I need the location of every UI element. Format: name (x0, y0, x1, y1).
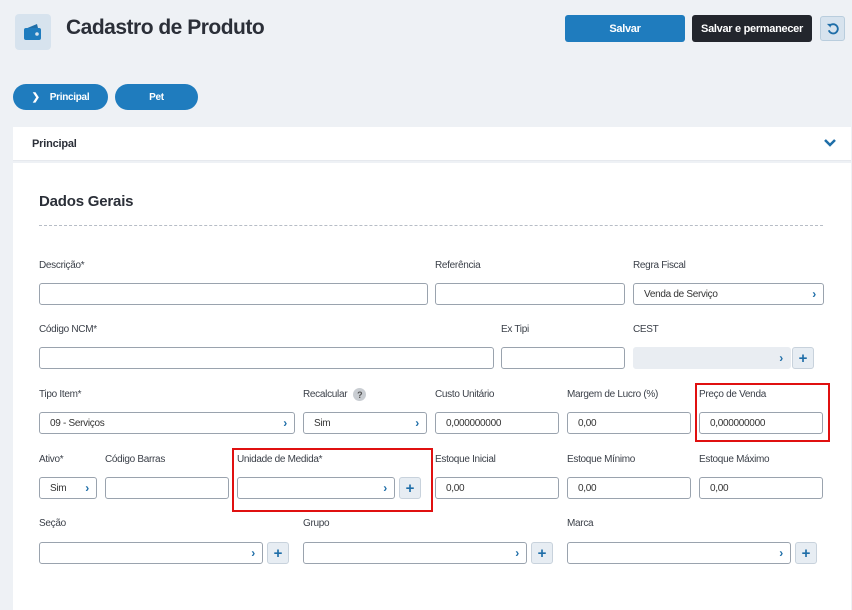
recalcular-value: Sim (314, 417, 331, 429)
cest-select[interactable]: › (633, 347, 791, 369)
form-card: Dados Gerais Descrição* Referência Regra… (13, 163, 851, 610)
regra-fiscal-select[interactable]: Venda de Serviço › (633, 283, 824, 305)
custo-unitario-label: Custo Unitário (435, 389, 495, 400)
help-icon[interactable]: ? (353, 388, 367, 401)
save-button[interactable]: Salvar (565, 15, 685, 42)
referencia-input[interactable] (435, 283, 625, 305)
ativo-value: Sim (50, 482, 67, 494)
ex-tipi-input[interactable] (501, 347, 625, 369)
estoque-maximo-value: 0,00 (710, 482, 729, 494)
codigo-ncm-input[interactable] (39, 347, 494, 369)
section-principal-header[interactable]: Principal (13, 127, 851, 161)
cest-label: CEST (633, 324, 659, 335)
estoque-inicial-value: 0,00 (446, 482, 465, 494)
grupo-label: Grupo (303, 518, 330, 529)
regra-fiscal-value: Venda de Serviço (644, 288, 718, 300)
preco-venda-highlight (695, 383, 830, 442)
chevron-right-icon: › (515, 546, 519, 560)
chevron-down-icon[interactable] (823, 135, 837, 153)
chevron-right-icon: › (283, 416, 287, 430)
tab-principal-label: Principal (49, 91, 90, 103)
tab-pet-label: Pet (149, 91, 164, 103)
custo-unitario-value: 0,000000000 (446, 417, 502, 429)
estoque-minimo-input[interactable]: 0,00 (567, 477, 691, 499)
grupo-select[interactable]: › (303, 542, 527, 564)
descricao-input[interactable] (39, 283, 428, 305)
marca-select[interactable]: › (567, 542, 791, 564)
codigo-barras-label: Código Barras (105, 454, 166, 465)
chevron-right-icon: ❯ (31, 91, 40, 103)
section-principal-label: Principal (32, 138, 77, 150)
margem-lucro-label: Margem de Lucro (%) (567, 389, 658, 400)
referencia-label: Referência (435, 260, 481, 271)
tipo-item-value: 09 - Serviços (50, 417, 105, 429)
marca-label: Marca (567, 518, 594, 529)
chevron-right-icon: › (812, 287, 816, 301)
form-title: Dados Gerais (39, 193, 134, 210)
chevron-right-icon: › (415, 416, 419, 430)
custo-unitario-input[interactable]: 0,000000000 (435, 412, 559, 434)
secao-label: Seção (39, 518, 66, 529)
tab-principal[interactable]: ❯ Principal (13, 84, 108, 110)
add-marca-button[interactable]: + (795, 542, 817, 564)
ativo-label: Ativo* (39, 454, 64, 465)
add-cest-button[interactable]: + (792, 347, 814, 369)
margem-lucro-value: 0,00 (578, 417, 597, 429)
add-grupo-button[interactable]: + (531, 542, 553, 564)
estoque-maximo-input[interactable]: 0,00 (699, 477, 823, 499)
tipo-item-select[interactable]: 09 - Serviços › (39, 412, 295, 434)
chevron-right-icon: › (85, 481, 89, 495)
ativo-select[interactable]: Sim › (39, 477, 97, 499)
regra-fiscal-label: Regra Fiscal (633, 260, 686, 271)
estoque-maximo-label: Estoque Máximo (699, 454, 770, 465)
codigo-ncm-label: Código NCM* (39, 324, 97, 335)
ex-tipi-label: Ex Tipi (501, 324, 529, 335)
undo-icon[interactable] (820, 16, 845, 41)
tipo-item-label: Tipo Item* (39, 389, 82, 400)
save-and-stay-button[interactable]: Salvar e permanecer (692, 15, 812, 42)
estoque-inicial-label: Estoque Inicial (435, 454, 496, 465)
estoque-inicial-input[interactable]: 0,00 (435, 477, 559, 499)
chevron-right-icon: › (779, 351, 783, 365)
add-secao-button[interactable]: + (267, 542, 289, 564)
margem-lucro-input[interactable]: 0,00 (567, 412, 691, 434)
page-title: Cadastro de Produto (66, 16, 265, 39)
estoque-minimo-value: 0,00 (578, 482, 597, 494)
codigo-barras-input[interactable] (105, 477, 229, 499)
tab-pet[interactable]: Pet (115, 84, 198, 110)
recalcular-select[interactable]: Sim › (303, 412, 427, 434)
recalcular-label: Recalcular (303, 389, 348, 401)
unidade-medida-highlight (232, 448, 433, 512)
estoque-minimo-label: Estoque Mínimo (567, 454, 636, 465)
chevron-right-icon: › (779, 546, 783, 560)
chevron-right-icon: › (251, 546, 255, 560)
descricao-label: Descrição* (39, 260, 85, 271)
form-divider (39, 225, 823, 226)
recalcular-label-wrap: Recalcular? (303, 388, 367, 401)
secao-select[interactable]: › (39, 542, 263, 564)
product-wallet-icon (15, 14, 51, 50)
